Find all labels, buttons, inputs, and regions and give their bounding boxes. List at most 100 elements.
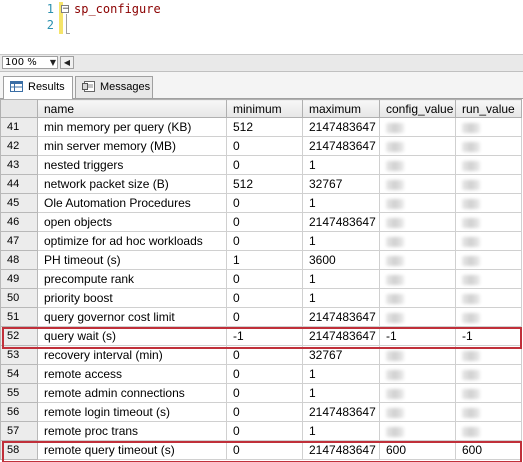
cell-config-value[interactable] — [379, 421, 456, 441]
row-number[interactable]: 56 — [0, 402, 38, 422]
table-row[interactable]: 49 precompute rank 0 1 — [0, 269, 522, 289]
cell-minimum[interactable]: 0 — [226, 212, 303, 232]
cell-maximum[interactable]: 32767 — [302, 174, 380, 194]
table-row[interactable]: 43 nested triggers 0 1 — [0, 155, 522, 175]
cell-name[interactable]: min server memory (MB) — [37, 136, 227, 156]
row-number[interactable]: 47 — [0, 231, 38, 251]
cell-run-value[interactable] — [455, 250, 522, 270]
cell-config-value[interactable] — [379, 174, 456, 194]
scroll-left-arrow-icon[interactable]: ◀ — [60, 56, 74, 69]
cell-run-value[interactable] — [455, 364, 522, 384]
collapse-icon[interactable]: − — [61, 5, 70, 14]
cell-name[interactable]: query wait (s) — [37, 326, 227, 346]
row-number[interactable]: 54 — [0, 364, 38, 384]
row-number[interactable]: 49 — [0, 269, 38, 289]
cell-name[interactable]: network packet size (B) — [37, 174, 227, 194]
table-row[interactable]: 50 priority boost 0 1 — [0, 288, 522, 308]
cell-config-value[interactable] — [379, 136, 456, 156]
cell-config-value[interactable] — [379, 345, 456, 365]
cell-maximum[interactable]: 1 — [302, 231, 380, 251]
cell-name[interactable]: PH timeout (s) — [37, 250, 227, 270]
cell-run-value[interactable]: -1 — [455, 326, 522, 346]
cell-minimum[interactable]: -1 — [226, 326, 303, 346]
row-number[interactable]: 42 — [0, 136, 38, 156]
cell-run-value[interactable]: 600 — [455, 440, 522, 460]
cell-name[interactable]: nested triggers — [37, 155, 227, 175]
cell-config-value[interactable]: 600 — [379, 440, 456, 460]
cell-minimum[interactable]: 0 — [226, 231, 303, 251]
row-number[interactable]: 58 — [0, 440, 38, 460]
cell-maximum[interactable]: 2147483647 — [302, 402, 380, 422]
cell-name[interactable]: remote login timeout (s) — [37, 402, 227, 422]
cell-name[interactable]: Ole Automation Procedures — [37, 193, 227, 213]
cell-run-value[interactable] — [455, 155, 522, 175]
column-header-name[interactable]: name — [37, 99, 227, 118]
cell-name[interactable]: remote access — [37, 364, 227, 384]
cell-run-value[interactable] — [455, 231, 522, 251]
cell-minimum[interactable]: 0 — [226, 155, 303, 175]
cell-run-value[interactable] — [455, 402, 522, 422]
cell-config-value[interactable] — [379, 288, 456, 308]
zoom-select[interactable]: 100 % ▼ — [2, 56, 58, 69]
cell-config-value[interactable] — [379, 307, 456, 327]
table-row[interactable]: 56 remote login timeout (s) 0 2147483647 — [0, 402, 522, 422]
cell-minimum[interactable]: 0 — [226, 269, 303, 289]
cell-run-value[interactable] — [455, 269, 522, 289]
cell-config-value[interactable] — [379, 231, 456, 251]
row-number[interactable]: 55 — [0, 383, 38, 403]
cell-minimum[interactable]: 0 — [226, 136, 303, 156]
cell-name[interactable]: remote admin connections — [37, 383, 227, 403]
cell-minimum[interactable]: 512 — [226, 174, 303, 194]
cell-maximum[interactable]: 2147483647 — [302, 117, 380, 137]
table-row[interactable]: 42 min server memory (MB) 0 2147483647 — [0, 136, 522, 156]
cell-maximum[interactable]: 2147483647 — [302, 440, 380, 460]
cell-name[interactable]: precompute rank — [37, 269, 227, 289]
cell-run-value[interactable] — [455, 174, 522, 194]
cell-minimum[interactable]: 0 — [226, 345, 303, 365]
table-row[interactable]: 54 remote access 0 1 — [0, 364, 522, 384]
cell-config-value[interactable] — [379, 383, 456, 403]
cell-minimum[interactable]: 1 — [226, 250, 303, 270]
cell-maximum[interactable]: 1 — [302, 364, 380, 384]
cell-name[interactable]: remote query timeout (s) — [37, 440, 227, 460]
cell-config-value[interactable]: -1 — [379, 326, 456, 346]
cell-config-value[interactable] — [379, 402, 456, 422]
table-row[interactable]: 57 remote proc trans 0 1 — [0, 421, 522, 441]
row-number[interactable]: 44 — [0, 174, 38, 194]
cell-name[interactable]: min memory per query (KB) — [37, 117, 227, 137]
table-row[interactable]: 46 open objects 0 2147483647 — [0, 212, 522, 232]
row-number[interactable]: 46 — [0, 212, 38, 232]
row-number[interactable]: 50 — [0, 288, 38, 308]
cell-maximum[interactable]: 1 — [302, 288, 380, 308]
table-row[interactable]: 52 query wait (s) -1 2147483647 -1 -1 — [0, 326, 522, 346]
row-number[interactable]: 48 — [0, 250, 38, 270]
cell-run-value[interactable] — [455, 193, 522, 213]
cell-name[interactable]: priority boost — [37, 288, 227, 308]
table-row[interactable]: 55 remote admin connections 0 1 — [0, 383, 522, 403]
row-number[interactable]: 41 — [0, 117, 38, 137]
cell-maximum[interactable]: 2147483647 — [302, 136, 380, 156]
tab-results[interactable]: Results — [3, 76, 73, 99]
cell-run-value[interactable] — [455, 345, 522, 365]
cell-minimum[interactable]: 0 — [226, 402, 303, 422]
table-row[interactable]: 47 optimize for ad hoc workloads 0 1 — [0, 231, 522, 251]
cell-maximum[interactable]: 2147483647 — [302, 326, 380, 346]
cell-minimum[interactable]: 0 — [226, 193, 303, 213]
cell-name[interactable]: remote proc trans — [37, 421, 227, 441]
cell-config-value[interactable] — [379, 212, 456, 232]
cell-minimum[interactable]: 0 — [226, 364, 303, 384]
cell-run-value[interactable] — [455, 212, 522, 232]
tab-messages[interactable]: Messages — [75, 76, 153, 98]
table-row[interactable]: 41 min memory per query (KB) 512 2147483647 — [0, 117, 522, 137]
cell-run-value[interactable] — [455, 383, 522, 403]
cell-config-value[interactable] — [379, 250, 456, 270]
column-header-config-value[interactable]: config_value — [379, 99, 456, 118]
row-number[interactable]: 43 — [0, 155, 38, 175]
cell-name[interactable]: recovery interval (min) — [37, 345, 227, 365]
column-header-maximum[interactable]: maximum — [302, 99, 380, 118]
row-number[interactable]: 57 — [0, 421, 38, 441]
cell-minimum[interactable]: 0 — [226, 307, 303, 327]
row-number[interactable]: 45 — [0, 193, 38, 213]
cell-maximum[interactable]: 32767 — [302, 345, 380, 365]
cell-run-value[interactable] — [455, 421, 522, 441]
